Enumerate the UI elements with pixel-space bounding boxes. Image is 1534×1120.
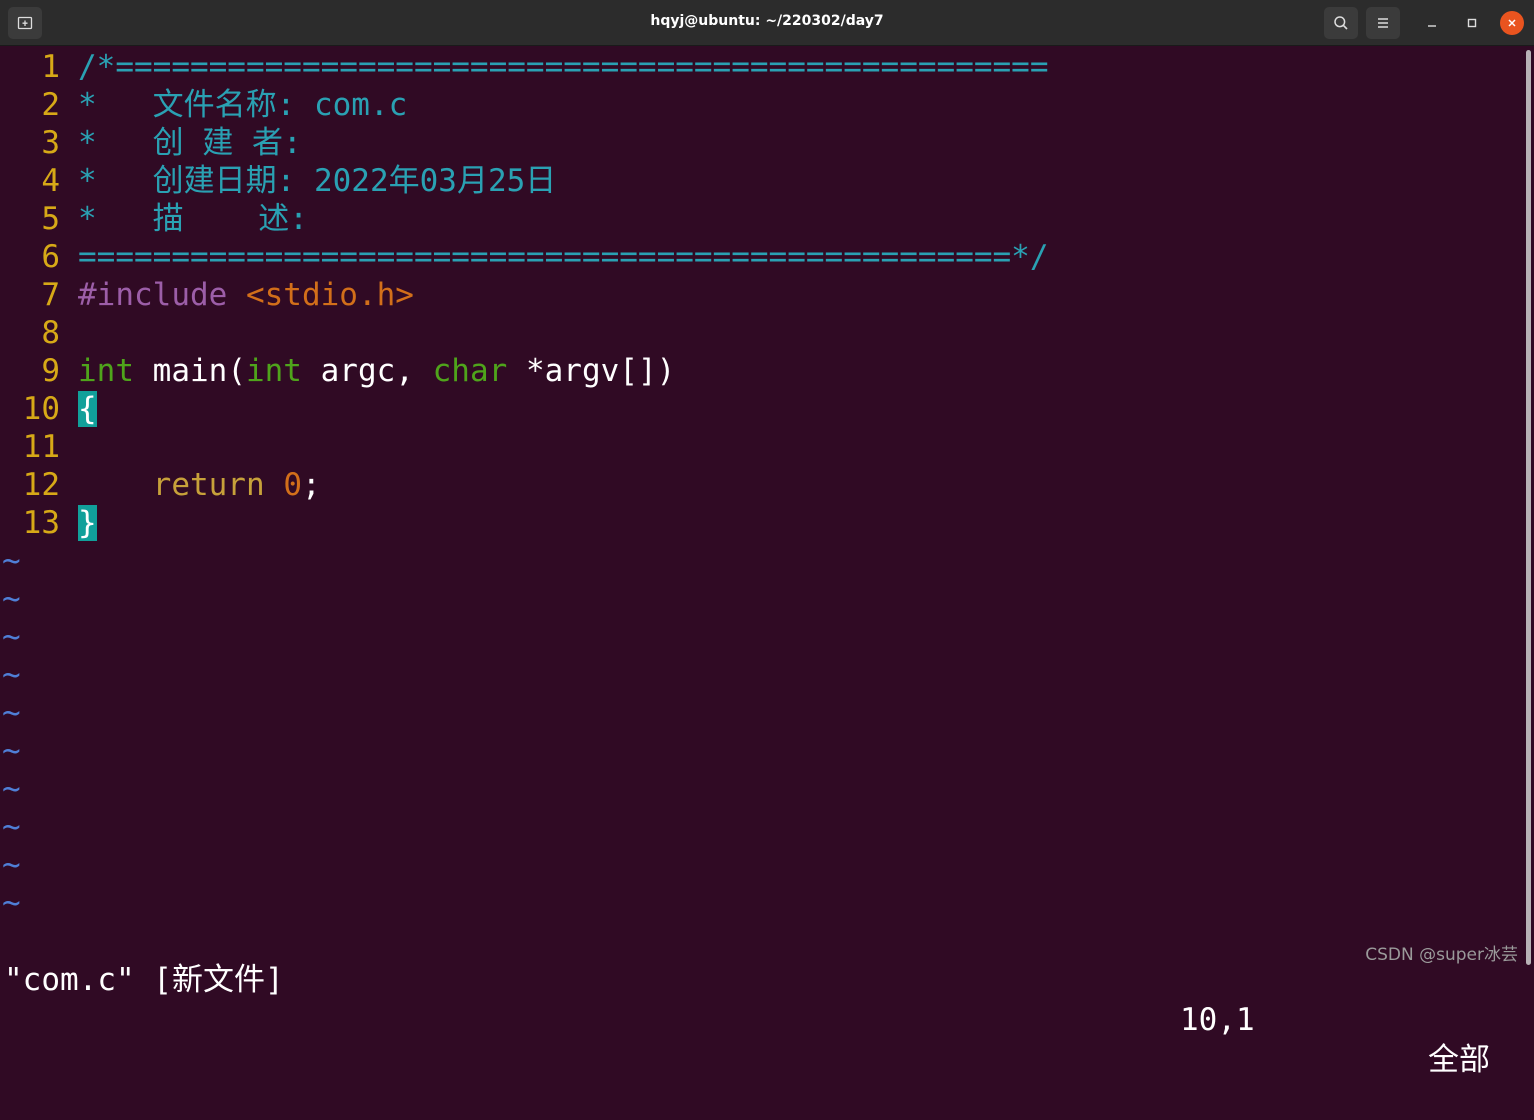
code-line[interactable]: 5 * 描 述:	[0, 200, 1500, 238]
menu-button[interactable]	[1366, 7, 1400, 39]
code-token: * 创建日期: 2022年03月25日	[78, 163, 557, 199]
line-number: 9	[41, 353, 60, 389]
tilde-row: ~	[2, 733, 21, 769]
line-text: * 描 述:	[78, 200, 308, 238]
line-number: 4	[41, 163, 60, 199]
tilde-row: ~	[2, 847, 21, 883]
code-token: int	[78, 353, 134, 389]
cursor-position: 10,1	[1180, 1002, 1255, 1038]
code-token: * 创 建 者:	[78, 125, 302, 161]
line-text: /*======================================…	[78, 48, 1049, 86]
code-token: <stdio.h>	[245, 277, 414, 313]
tilde-row: ~	[2, 657, 21, 693]
line-number: 10	[22, 391, 60, 427]
code-token: char	[432, 353, 508, 389]
scrollbar[interactable]	[1526, 50, 1531, 965]
code-line[interactable]: 13}	[0, 504, 1500, 542]
search-button[interactable]	[1324, 7, 1358, 39]
code-token: *argv[])	[507, 353, 676, 389]
minimize-icon	[1428, 25, 1436, 27]
code-token: #include	[78, 277, 246, 313]
line-number: 13	[22, 505, 60, 541]
code-line[interactable]: 7 #include <stdio.h>	[0, 276, 1500, 314]
terminal-view[interactable]: 1 /*=====================================…	[0, 46, 1524, 1078]
code-token: 0	[283, 467, 302, 503]
code-line[interactable]: 6 =======================================…	[0, 238, 1500, 276]
line-number: 3	[41, 125, 60, 161]
line-text: int main(int argc, char *argv[])	[78, 352, 675, 390]
minimize-button[interactable]	[1420, 11, 1444, 35]
maximize-button[interactable]	[1460, 11, 1484, 35]
vim-status-line: "com.c" [新文件] 10,1 全部	[0, 920, 1524, 1078]
cursor-char: {	[78, 391, 97, 427]
code-token: ;	[301, 467, 321, 503]
tilde-row: ~	[2, 543, 21, 579]
line-text: * 文件名称: com.c	[78, 86, 407, 124]
line-number: 11	[22, 429, 60, 465]
cursor-char: }	[78, 505, 97, 541]
title-bar: hqyj@ubuntu: ~/220302/day7	[0, 0, 1534, 46]
line-number: 5	[41, 201, 60, 237]
code-token: ========================================…	[78, 239, 1049, 275]
menu-icon	[1378, 18, 1388, 28]
line-text: * 创 建 者:	[78, 124, 302, 162]
line-number: 2	[41, 87, 60, 123]
tilde-row: ~	[2, 885, 21, 921]
code-line[interactable]: 1 /*=====================================…	[0, 48, 1500, 86]
code-line[interactable]: 4 * 创建日期: 2022年03月25日	[0, 162, 1500, 200]
code-line[interactable]: 8	[0, 314, 1500, 352]
code-token: * 描 述:	[78, 201, 308, 237]
code-token: return	[152, 467, 265, 503]
line-text: ========================================…	[78, 238, 1049, 276]
tilde-row: ~	[2, 619, 21, 655]
code-line[interactable]: 2 * 文件名称: com.c	[0, 86, 1500, 124]
tilde-row: ~	[2, 695, 21, 731]
tilde-row: ~	[2, 809, 21, 845]
code-token: /*======================================…	[78, 49, 1049, 85]
code-line[interactable]: 11	[0, 428, 1500, 466]
line-number: 6	[41, 239, 60, 275]
line-text: return 0;	[78, 466, 321, 504]
code-token: * 文件名称: com.c	[78, 87, 408, 123]
code-line[interactable]: 12 return 0;	[0, 466, 1500, 504]
code-token: argc,	[301, 353, 433, 389]
code-line[interactable]: 10 {	[0, 390, 1500, 428]
close-button[interactable]	[1500, 11, 1524, 35]
maximize-icon	[1467, 18, 1477, 28]
line-number: 7	[41, 277, 60, 313]
close-icon	[1508, 19, 1516, 27]
window-title: hqyj@ubuntu: ~/220302/day7	[650, 13, 884, 29]
tilde-row: ~	[2, 771, 21, 807]
search-icon	[1334, 16, 1348, 30]
scroll-position: 全部	[1428, 1042, 1490, 1078]
line-text: #include <stdio.h>	[78, 276, 414, 314]
code-line[interactable]: 3 * 创 建 者:	[0, 124, 1500, 162]
code-line[interactable]: 9 int main(int argc, char *argv[])	[0, 352, 1500, 390]
line-number: 1	[41, 49, 60, 85]
line-text: {	[78, 390, 97, 428]
line-number: 12	[22, 467, 60, 503]
code-token: int	[245, 353, 302, 389]
watermark: CSDN @super冰芸	[1365, 945, 1518, 965]
line-number: 8	[41, 315, 60, 351]
line-text: * 创建日期: 2022年03月25日	[78, 162, 556, 200]
tilde-row: ~	[2, 581, 21, 617]
code-token: main(	[134, 353, 246, 389]
line-text: }	[78, 504, 97, 542]
file-message: "com.c" [新文件]	[4, 962, 284, 998]
